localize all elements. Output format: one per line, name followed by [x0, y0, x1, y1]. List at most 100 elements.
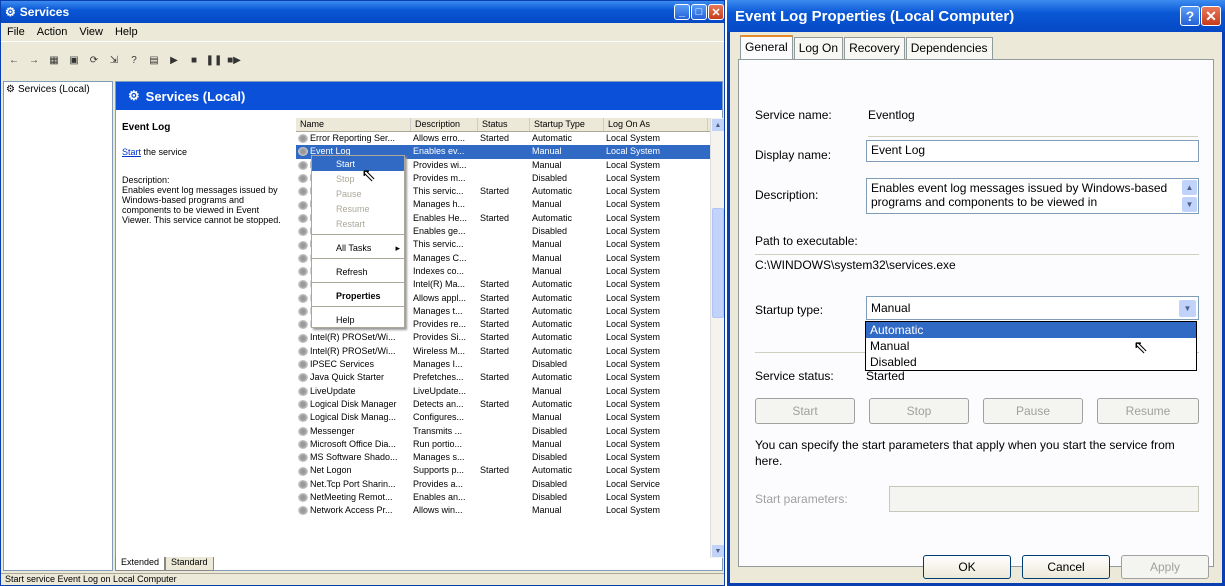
tab-log-on[interactable]: Log On	[793, 37, 844, 59]
table-row[interactable]: Intel(R) PROSet/Wi... Wireless M... Starte…	[296, 345, 710, 358]
description-view-icon[interactable]: ▤	[147, 53, 161, 67]
tab-extended[interactable]: Extended	[115, 557, 166, 571]
apply-button[interactable]: Apply	[1121, 555, 1209, 579]
menu-action[interactable]: Action	[37, 26, 68, 38]
table-row[interactable]: Net Logon Supports p... Started Automatic Lo…	[296, 464, 710, 477]
close-button[interactable]: ✕	[708, 4, 724, 20]
cell-status	[478, 172, 530, 185]
cell-status	[478, 145, 530, 158]
help-icon[interactable]: ?	[127, 53, 141, 67]
forward-arrow-icon[interactable]: →	[27, 53, 41, 67]
scroll-up-icon[interactable]: ▲	[712, 119, 724, 131]
start-params-field[interactable]	[889, 486, 1199, 512]
stop-button[interactable]: Stop	[869, 398, 969, 424]
stop-icon[interactable]: ■	[187, 53, 201, 67]
service-gear-icon	[298, 453, 308, 463]
tab-recovery[interactable]: Recovery	[844, 37, 905, 59]
cell-startup-type: Automatic	[530, 371, 604, 384]
column-header-status[interactable]: Status	[478, 118, 530, 131]
cell-description-text: Provides re...	[413, 319, 467, 330]
table-row[interactable]: LiveUpdate LiveUpdate... Manual Local Syste…	[296, 385, 710, 398]
minimize-button[interactable]: _	[674, 4, 690, 20]
table-row[interactable]: Error Reporting Ser... Allows erro... Star…	[296, 132, 710, 145]
option-automatic[interactable]: Automatic	[866, 322, 1196, 338]
display-name-field[interactable]: Event Log	[866, 140, 1199, 162]
table-row[interactable]: Network Access Pr... Allows win... Manual L…	[296, 504, 710, 517]
table-row[interactable]: Logical Disk Manager Detects an... Started…	[296, 398, 710, 411]
services-gear-icon: ⚙	[6, 84, 15, 95]
refresh-icon[interactable]: ⟳	[87, 53, 101, 67]
start-button[interactable]: Start	[755, 398, 855, 424]
cell-log-on-as: Local System	[604, 132, 708, 145]
cell-name-text: LiveUpdate	[310, 385, 356, 396]
console-tree: ⚙ Services (Local)	[3, 81, 113, 571]
table-row[interactable]: Microsoft Office Dia... Run portio... Manu…	[296, 438, 710, 451]
column-header-name[interactable]: Name	[296, 118, 411, 131]
cell-description: Transmits ...	[411, 425, 478, 438]
table-row[interactable]: Logical Disk Manag... Configures... Manual…	[296, 411, 710, 424]
services-title: Services	[19, 5, 70, 19]
export-icon[interactable]: ⇲	[107, 53, 121, 67]
cell-startup-type: Disabled	[530, 358, 604, 371]
scroll-down-icon[interactable]: ▼	[712, 545, 724, 557]
vertical-scrollbar[interactable]: ▲ ▼	[710, 118, 724, 558]
description-scroll-down-icon[interactable]: ▼	[1182, 197, 1197, 212]
scroll-thumb[interactable]	[712, 208, 724, 318]
tree-item-services-local[interactable]: ⚙ Services (Local)	[4, 82, 112, 97]
ctx-help[interactable]: Help	[312, 312, 404, 327]
cell-status-text: Started	[480, 465, 510, 476]
pause-icon[interactable]: ❚❚	[206, 53, 223, 67]
dropdown-arrow-icon[interactable]: ▼	[1179, 300, 1196, 317]
ctx-start[interactable]: Start	[312, 156, 404, 171]
description-field[interactable]: Enables event log messages issued by Win…	[866, 178, 1199, 214]
cancel-button[interactable]: Cancel	[1022, 555, 1110, 579]
ok-button[interactable]: OK	[923, 555, 1011, 579]
dialog-title-bar[interactable]: Event Log Properties (Local Computer) ? …	[727, 0, 1225, 32]
dialog-close-button[interactable]: ✕	[1201, 6, 1221, 26]
pause-button[interactable]: Pause	[983, 398, 1083, 424]
services-title-bar[interactable]: ⚙ Services _ □ ✕	[1, 1, 724, 23]
menu-help[interactable]: Help	[115, 26, 138, 38]
description-scroll-up-icon[interactable]: ▲	[1182, 180, 1197, 195]
ctx-all-tasks-label: All Tasks	[336, 243, 372, 253]
table-row[interactable]: Java Quick Starter Prefetches... Started Au…	[296, 371, 710, 384]
play-icon[interactable]: ▶	[167, 53, 181, 67]
resume-button[interactable]: Resume	[1097, 398, 1199, 424]
table-row[interactable]: Net.Tcp Port Sharin... Provides a... Disab…	[296, 478, 710, 491]
cell-startup-type: Disabled	[530, 172, 604, 185]
restart-icon[interactable]: ■▶	[227, 53, 241, 67]
menu-file[interactable]: File	[7, 26, 25, 38]
tab-standard[interactable]: Standard	[165, 557, 214, 571]
back-arrow-icon[interactable]: ←	[7, 53, 21, 67]
cell-status	[478, 385, 530, 398]
column-header-startup-type[interactable]: Startup Type	[530, 118, 604, 131]
column-header-log-on-as[interactable]: Log On As	[604, 118, 708, 131]
startup-type-select[interactable]: Manual	[866, 296, 1199, 320]
start-service-link[interactable]: Start	[122, 147, 141, 157]
column-header-description[interactable]: Description	[411, 118, 478, 131]
tab-dependencies[interactable]: Dependencies	[905, 37, 993, 59]
maximize-button[interactable]: □	[691, 4, 707, 20]
ctx-refresh[interactable]: Refresh	[312, 264, 404, 279]
help-button[interactable]: ?	[1180, 6, 1200, 26]
console-tree-icon[interactable]: ▦	[47, 53, 61, 67]
table-row[interactable]: Messenger Transmits ... Disabled Local Syst…	[296, 425, 710, 438]
table-row[interactable]: NetMeeting Remot... Enables an... Disabled…	[296, 491, 710, 504]
cell-description-text: Manages s...	[413, 452, 465, 463]
cell-description-text: Enables ge...	[413, 226, 466, 237]
cell-log-on-as-text: Local System	[606, 412, 661, 423]
tab-general[interactable]: General	[740, 35, 793, 59]
cell-startup-type-text: Automatic	[532, 133, 573, 143]
cell-status: Started	[478, 398, 530, 411]
cell-log-on-as-text: Local System	[606, 159, 661, 170]
menu-view[interactable]: View	[79, 26, 103, 38]
ctx-all-tasks[interactable]: All Tasks ▸	[312, 240, 404, 255]
ctx-properties[interactable]: Properties	[312, 288, 404, 303]
service-gear-icon	[298, 227, 308, 237]
table-row[interactable]: MS Software Shado... Manages s... Disabled…	[296, 451, 710, 464]
cell-startup-type-text: Manual	[532, 252, 562, 263]
table-row[interactable]: IPSEC Services Manages I... Disabled Local …	[296, 358, 710, 371]
properties-icon[interactable]: ▣	[67, 53, 81, 67]
table-row[interactable]: Intel(R) PROSet/Wi... Provides Si... Start…	[296, 331, 710, 344]
cell-startup-type-text: Automatic	[532, 332, 573, 343]
